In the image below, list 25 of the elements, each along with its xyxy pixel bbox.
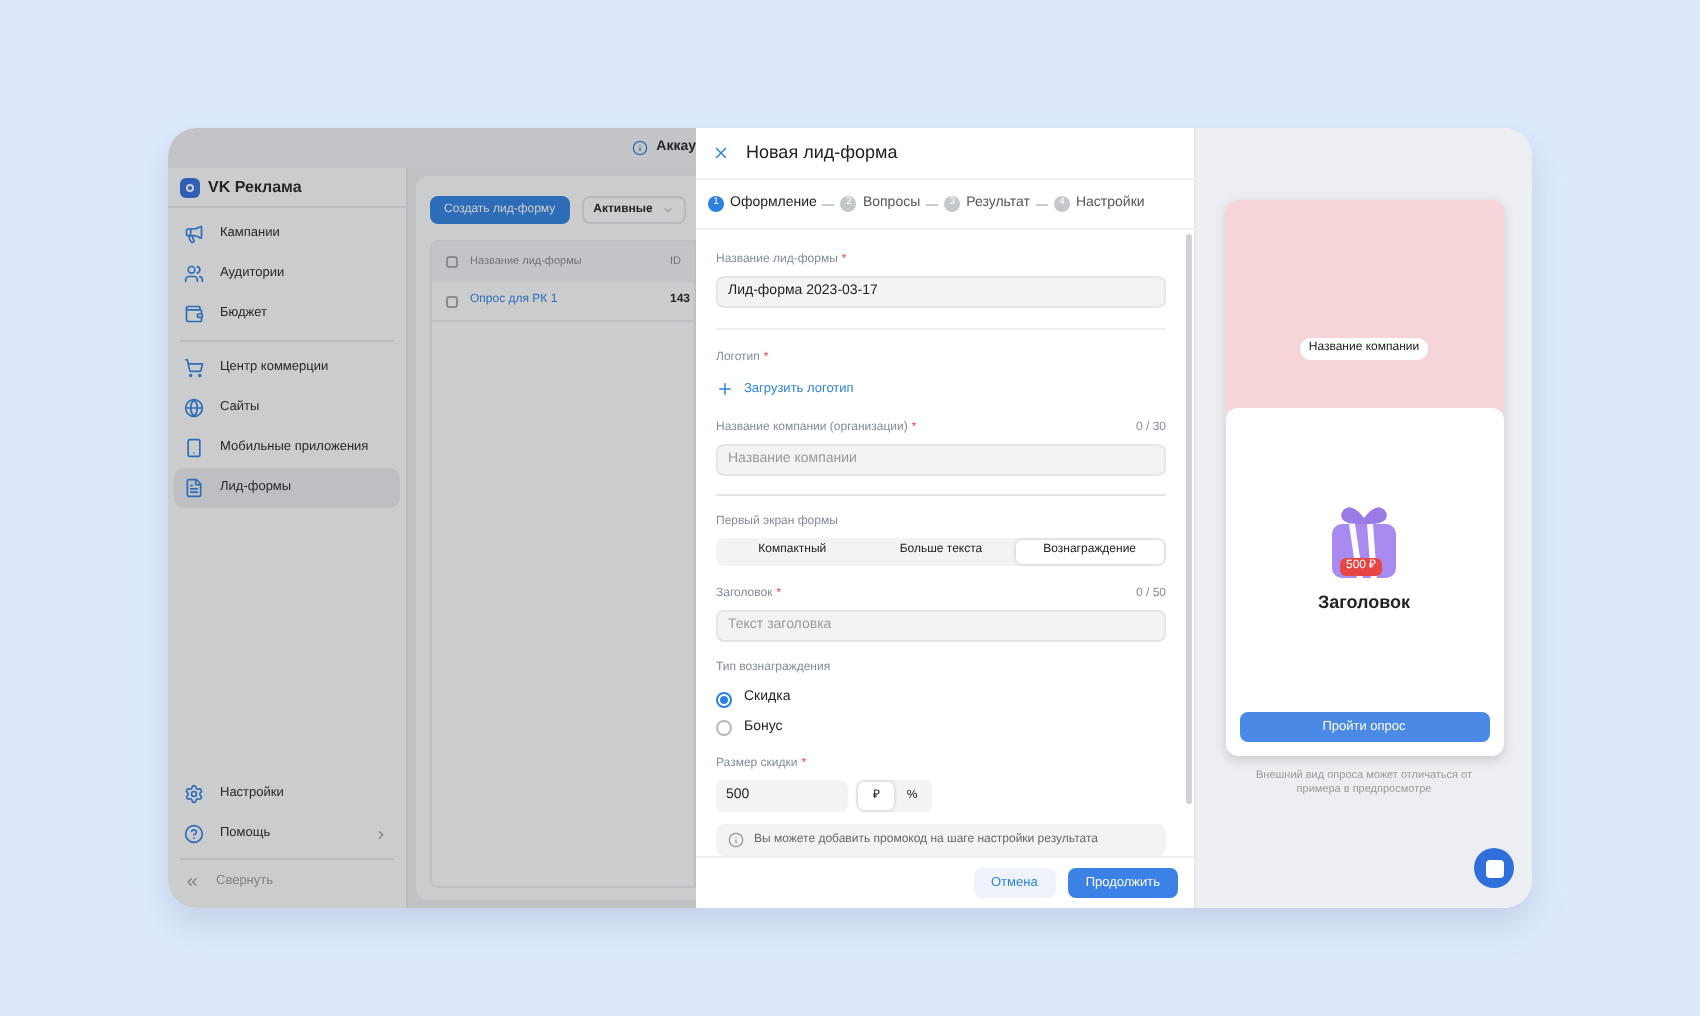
chevron-down-icon bbox=[662, 204, 675, 216]
help-icon bbox=[184, 824, 204, 844]
globe-icon bbox=[184, 398, 204, 418]
logo-text: VK Реклама bbox=[208, 175, 302, 199]
checkbox[interactable] bbox=[446, 256, 458, 268]
plus-icon bbox=[716, 379, 734, 398]
logo-icon bbox=[180, 177, 200, 197]
preview-heading: Заголовок bbox=[1317, 590, 1411, 616]
phone-icon bbox=[184, 438, 204, 458]
info-icon bbox=[728, 832, 744, 849]
settings-icon bbox=[184, 784, 204, 804]
megaphone-icon bbox=[184, 224, 204, 244]
double-chevron-icon bbox=[184, 874, 200, 890]
cart-icon bbox=[184, 358, 204, 378]
radio-button[interactable] bbox=[716, 720, 732, 737]
people-icon bbox=[184, 264, 204, 284]
document-icon bbox=[184, 478, 204, 498]
modal-title: Новая лид-форма bbox=[746, 139, 898, 166]
vk-logo-icon bbox=[1485, 859, 1503, 877]
wallet-icon bbox=[184, 304, 204, 324]
vk-chat-button[interactable] bbox=[1474, 848, 1514, 888]
checkbox[interactable] bbox=[446, 295, 458, 307]
close-icon[interactable] bbox=[712, 144, 730, 162]
radio-button[interactable] bbox=[716, 691, 732, 708]
info-icon[interactable] bbox=[632, 140, 649, 156]
